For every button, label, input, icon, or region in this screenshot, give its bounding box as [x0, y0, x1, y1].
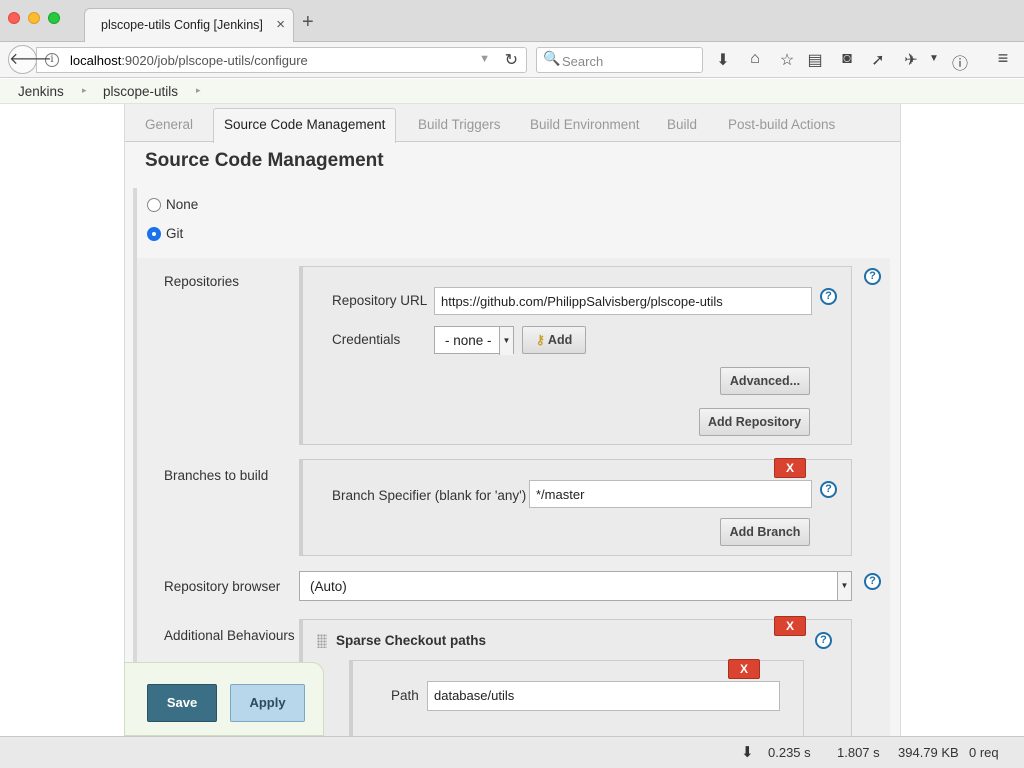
apply-button[interactable]: Apply [230, 684, 305, 722]
chevron-down-icon: ▼ [837, 572, 851, 600]
key-icon: ⚷ [535, 333, 545, 347]
tab-source-code-management[interactable]: Source Code Management [213, 108, 397, 143]
repository-block: Repository URL https://github.com/Philip… [299, 266, 852, 445]
pocket-icon[interactable]: ◙ [837, 50, 857, 68]
repository-browser-select[interactable]: (Auto) ▼ [299, 571, 852, 601]
search-icon: 🔍 [543, 50, 561, 66]
help-icon[interactable]: ? [820, 288, 837, 305]
browser-tab[interactable]: plscope-utils Config [Jenkins] × [84, 8, 294, 42]
path-field[interactable]: database/utils [427, 681, 780, 711]
delete-path-button[interactable]: X [728, 659, 760, 679]
reload-icon[interactable]: ↻ [505, 50, 518, 70]
repository-browser-value: (Auto) [310, 579, 347, 594]
breadcrumb-jenkins[interactable]: Jenkins [18, 84, 64, 99]
breadcrumb-job[interactable]: plscope-utils [103, 84, 178, 99]
advanced-button[interactable]: Advanced... [720, 367, 810, 395]
status-size: 394.79 KB [898, 745, 959, 760]
send-icon[interactable]: ➚ [868, 50, 888, 70]
repository-browser-label: Repository browser [164, 579, 281, 594]
tab-build[interactable]: Build [667, 117, 697, 132]
tab-post-build-actions[interactable]: Post-build Actions [728, 117, 835, 132]
info-circle-icon[interactable]: ⓘ [950, 50, 970, 74]
url-text: localhost:9020/job/plscope-utils/configu… [70, 53, 308, 68]
menu-icon[interactable]: ≡ [993, 48, 1013, 69]
sparse-checkout-title: Sparse Checkout paths [336, 633, 487, 648]
help-icon[interactable]: ? [815, 632, 832, 649]
status-requests: 0 req [969, 745, 999, 760]
add-branch-button[interactable]: Add Branch [720, 518, 810, 546]
status-time-2: 1.807 s [837, 745, 880, 760]
add-repository-button[interactable]: Add Repository [699, 408, 810, 436]
config-area: General Source Code Management Build Tri… [124, 104, 901, 740]
new-tab-button[interactable]: + [302, 12, 314, 32]
url-path: :9020/job/plscope-utils/configure [121, 53, 308, 68]
scm-none-label[interactable]: None [166, 197, 198, 212]
drag-handle-icon[interactable] [317, 634, 327, 648]
credentials-label: Credentials [332, 332, 401, 347]
help-icon[interactable]: ? [820, 481, 837, 498]
url-dropdown-icon[interactable]: ▼ [479, 53, 490, 65]
repository-url-label: Repository URL [332, 293, 428, 308]
branch-specifier-field[interactable]: */master [529, 480, 812, 508]
download-icon[interactable]: ⬇ [713, 50, 733, 70]
window-close-button[interactable] [8, 12, 20, 24]
url-bar[interactable]: i localhost:9020/job/plscope-utils/confi… [36, 47, 527, 73]
scm-git-label[interactable]: Git [166, 226, 183, 241]
search-input[interactable]: 🔍 Search [536, 47, 703, 73]
tab-general[interactable]: General [145, 117, 193, 132]
delete-branch-button[interactable]: X [774, 458, 806, 478]
add-credentials-label: Add [547, 333, 573, 347]
extension-dropdown-icon[interactable]: ▼ [924, 53, 944, 64]
branch-block: X Branch Specifier (blank for 'any') */m… [299, 458, 852, 556]
home-icon[interactable]: ⌂ [745, 50, 765, 68]
repositories-label: Repositories [164, 274, 240, 289]
add-credentials-button[interactable]: ⚷ Add [522, 326, 586, 354]
help-icon[interactable]: ? [864, 268, 881, 285]
browser-tabstrip: plscope-utils Config [Jenkins] × + [0, 0, 1024, 42]
breadcrumb-separator-icon: ▸ [82, 85, 87, 95]
back-icon[interactable]: 🡐 [8, 45, 52, 74]
status-time-1: 0.235 s [768, 745, 811, 760]
browser-navbar: i localhost:9020/job/plscope-utils/confi… [0, 42, 1024, 78]
config-tabbar: General Source Code Management Build Tri… [125, 104, 900, 143]
credentials-select[interactable]: - none - ▼ [434, 326, 514, 355]
tab-build-environment[interactable]: Build Environment [530, 117, 640, 132]
credentials-value: - none - [445, 333, 492, 348]
branches-label: Branches to build [164, 468, 269, 483]
download-status-icon: ⬇ [741, 744, 754, 761]
tab-build-triggers[interactable]: Build Triggers [418, 117, 501, 132]
breadcrumb: Jenkins ▸ plscope-utils ▸ [0, 79, 1024, 104]
window-minimize-button[interactable] [28, 12, 40, 24]
chevron-down-icon: ▼ [499, 327, 513, 355]
scm-git-radio[interactable] [147, 227, 161, 241]
delete-behaviour-button[interactable]: X [774, 616, 806, 636]
extension-icon[interactable]: ✈ [901, 50, 921, 70]
path-label: Path [391, 688, 419, 703]
additional-behaviours-label: Additional Behaviours [164, 628, 295, 643]
repository-url-field[interactable]: https://github.com/PhilippSalvisberg/pls… [434, 287, 812, 315]
scm-none-radio[interactable] [147, 198, 161, 212]
star-icon[interactable]: ☆ [777, 50, 797, 70]
help-icon[interactable]: ? [864, 573, 881, 590]
browser-tab-title: plscope-utils Config [Jenkins] [101, 18, 263, 32]
breadcrumb-separator-icon: ▸ [196, 85, 201, 95]
save-button[interactable]: Save [147, 684, 217, 722]
save-apply-bar: Save Apply [124, 662, 324, 736]
reading-list-icon[interactable]: ▤ [805, 50, 825, 70]
sparse-checkout-block: Sparse Checkout paths X ? X Path databas… [299, 616, 852, 740]
window-maximize-button[interactable] [48, 12, 60, 24]
url-host: localhost [70, 53, 122, 68]
path-block: X Path database/utils [349, 659, 804, 740]
section-title: Source Code Management [145, 150, 384, 171]
search-placeholder: Search [562, 54, 604, 69]
status-bar: ⬇ 0.235 s 1.807 s 394.79 KB 0 req [0, 736, 1024, 768]
branch-specifier-label: Branch Specifier (blank for 'any') [332, 488, 527, 503]
tab-close-icon[interactable]: × [276, 16, 285, 33]
